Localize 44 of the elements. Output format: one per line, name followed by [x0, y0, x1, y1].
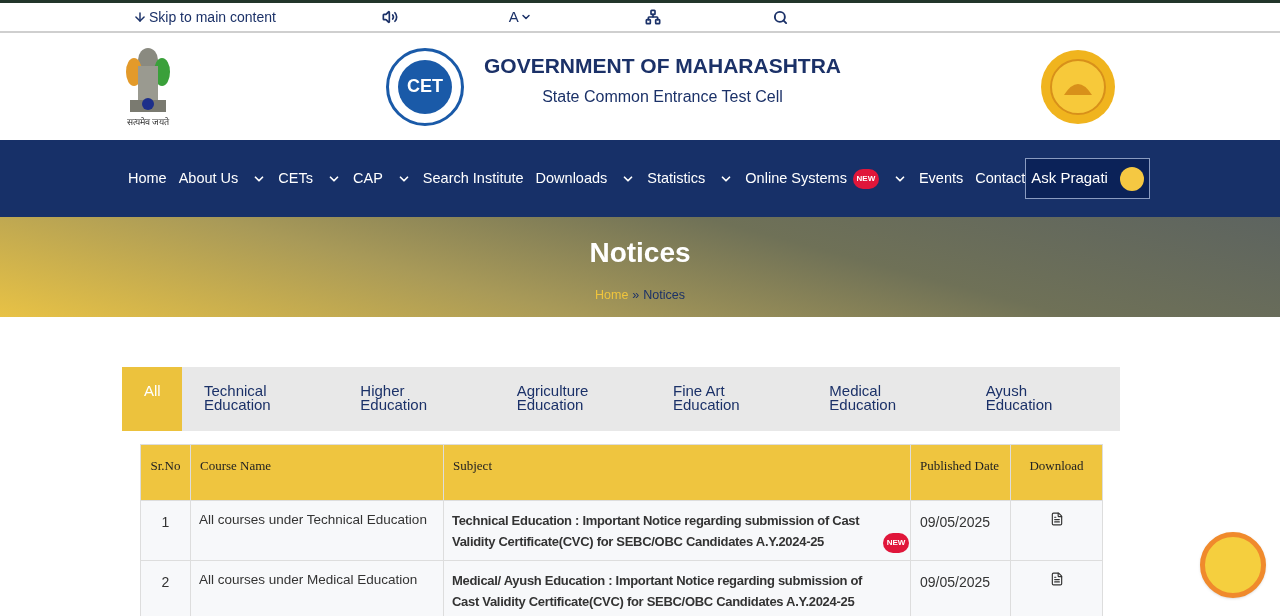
- nav-item[interactable]: CAP: [353, 167, 411, 190]
- category-tab[interactable]: Agriculture Education: [494, 367, 651, 431]
- column-header: Sr.No: [140, 444, 191, 501]
- emblem-motto: सत्यमेव जयते: [126, 118, 170, 127]
- nav-item[interactable]: Contact: [975, 167, 1026, 190]
- table-cell: 2: [140, 560, 191, 616]
- nav-item[interactable]: Downloads: [535, 167, 636, 190]
- column-header: Course Name: [190, 444, 444, 501]
- skip-link[interactable]: Skip to main content: [133, 6, 276, 28]
- notice-subject[interactable]: Technical Education : Important Notice regarding submission of Cast Validity Certificate(CVC) for SEBC/OBC Candidates A.Y.2024-25: [452, 510, 882, 552]
- nav-item[interactable]: CETs: [278, 167, 341, 190]
- avatar-icon: [1119, 166, 1144, 191]
- new-badge: NEW: [852, 168, 879, 189]
- nav-item[interactable]: Home: [128, 167, 167, 190]
- category-tab[interactable]: Higher Education: [338, 367, 495, 431]
- nav-item[interactable]: Online Systems NEW: [745, 167, 907, 190]
- font-size-button[interactable]: A: [508, 5, 532, 29]
- category-tab[interactable]: Ayush Education: [963, 367, 1120, 431]
- new-badge: NEW: [883, 533, 909, 553]
- table-cell: 1: [140, 500, 191, 561]
- table-cell: 09/05/2025: [910, 500, 1011, 561]
- site-title: GOVERNMENT OF MAHARASHTRA: [484, 53, 841, 80]
- nav-item[interactable]: Statistics: [647, 167, 734, 190]
- nav-item[interactable]: Search Institute: [422, 167, 524, 190]
- category-tab[interactable]: Medical Education: [807, 367, 964, 431]
- column-header: Subject: [443, 444, 911, 501]
- table-cell: All courses under Technical Education: [190, 500, 444, 561]
- pdf-icon[interactable]: [1049, 572, 1064, 586]
- sitemap-icon[interactable]: [644, 9, 661, 25]
- breadcrumb-text: Notices: [643, 287, 685, 304]
- search-icon[interactable]: [772, 9, 788, 25]
- category-tab[interactable]: Technical Education: [182, 367, 339, 431]
- site-subtitle: State Common Entrance Test Cell: [542, 86, 783, 107]
- cet-logo: CET: [386, 47, 464, 126]
- ask-pragati-button[interactable]: Ask Pragati: [1025, 158, 1150, 199]
- category-tab[interactable]: Fine Art Education: [651, 367, 808, 431]
- page-title: Notices: [589, 236, 691, 270]
- nav-item[interactable]: About Us: [178, 167, 267, 190]
- speaker-icon[interactable]: [381, 9, 398, 25]
- pdf-icon[interactable]: [1049, 512, 1064, 526]
- column-header: Published Date: [910, 444, 1011, 501]
- column-header: Download: [1010, 444, 1103, 501]
- breadcrumb-text: »: [632, 287, 640, 304]
- nav-item[interactable]: Events: [918, 167, 964, 190]
